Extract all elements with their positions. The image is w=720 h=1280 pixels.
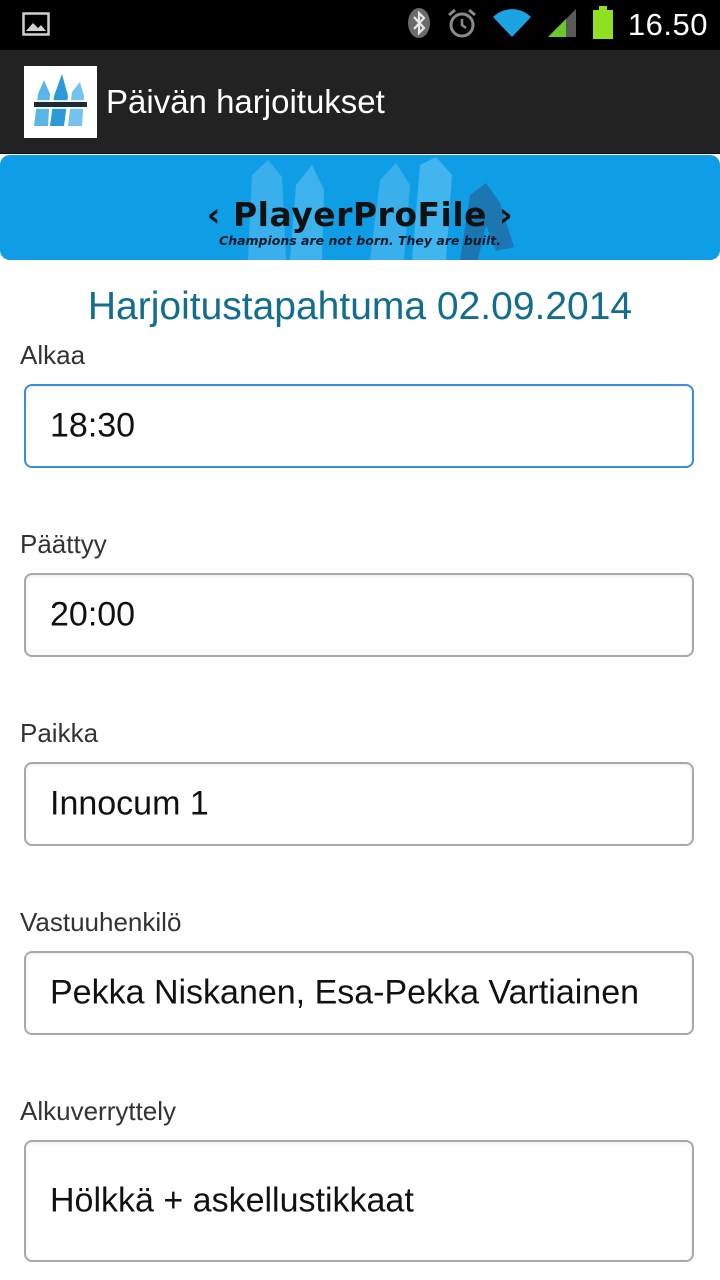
warmup-field[interactable]: Hölkkä + askellustikkaat [24, 1140, 694, 1262]
playerprofile-logo-icon[interactable] [24, 66, 97, 138]
responsible-person-field[interactable]: Pekka Niskanen, Esa-Pekka Vartiainen [24, 951, 694, 1035]
page-title: Harjoitustapahtuma 02.09.2014 [87, 285, 633, 328]
warmup-value: Hölkkä + askellustikkaat [50, 1181, 414, 1220]
location-field[interactable]: Innocum 1 [24, 762, 694, 846]
responsible-person-value: Pekka Niskanen, Esa-Pekka Vartiainen [50, 973, 640, 1012]
banner-brand: ‹ PlayerProFile › [206, 195, 514, 234]
banner-tagline: Champions are not born. They are built. [219, 233, 501, 248]
field-label-alkaa: Alkaa [20, 340, 86, 370]
gallery-icon [22, 12, 50, 41]
status-bar: 16.50 [0, 0, 720, 50]
field-label-vastuuhenkilo: Vastuuhenkilö [20, 907, 182, 937]
bluetooth-icon [406, 7, 432, 44]
playerprofile-banner: ‹ PlayerProFile › Champions are not born… [0, 155, 720, 260]
alarm-icon [446, 7, 478, 44]
field-label-paattyy: Päättyy [20, 529, 107, 559]
action-bar: Päivän harjoitukset [0, 50, 720, 154]
signal-icon [546, 7, 578, 44]
wifi-icon [492, 7, 532, 44]
location-value: Innocum 1 [50, 784, 209, 823]
clock-time: 16.50 [627, 7, 708, 42]
field-label-paikka: Paikka [20, 718, 99, 748]
end-time-field[interactable]: 20:00 [24, 573, 694, 657]
battery-icon [592, 5, 614, 45]
end-time-value: 20:00 [50, 595, 136, 634]
app-title: Päivän harjoitukset [106, 83, 385, 120]
start-time-value: 18:30 [50, 406, 136, 445]
field-label-alkuverryttely: Alkuverryttely [20, 1096, 177, 1126]
start-time-field[interactable]: 18:30 [24, 384, 694, 468]
